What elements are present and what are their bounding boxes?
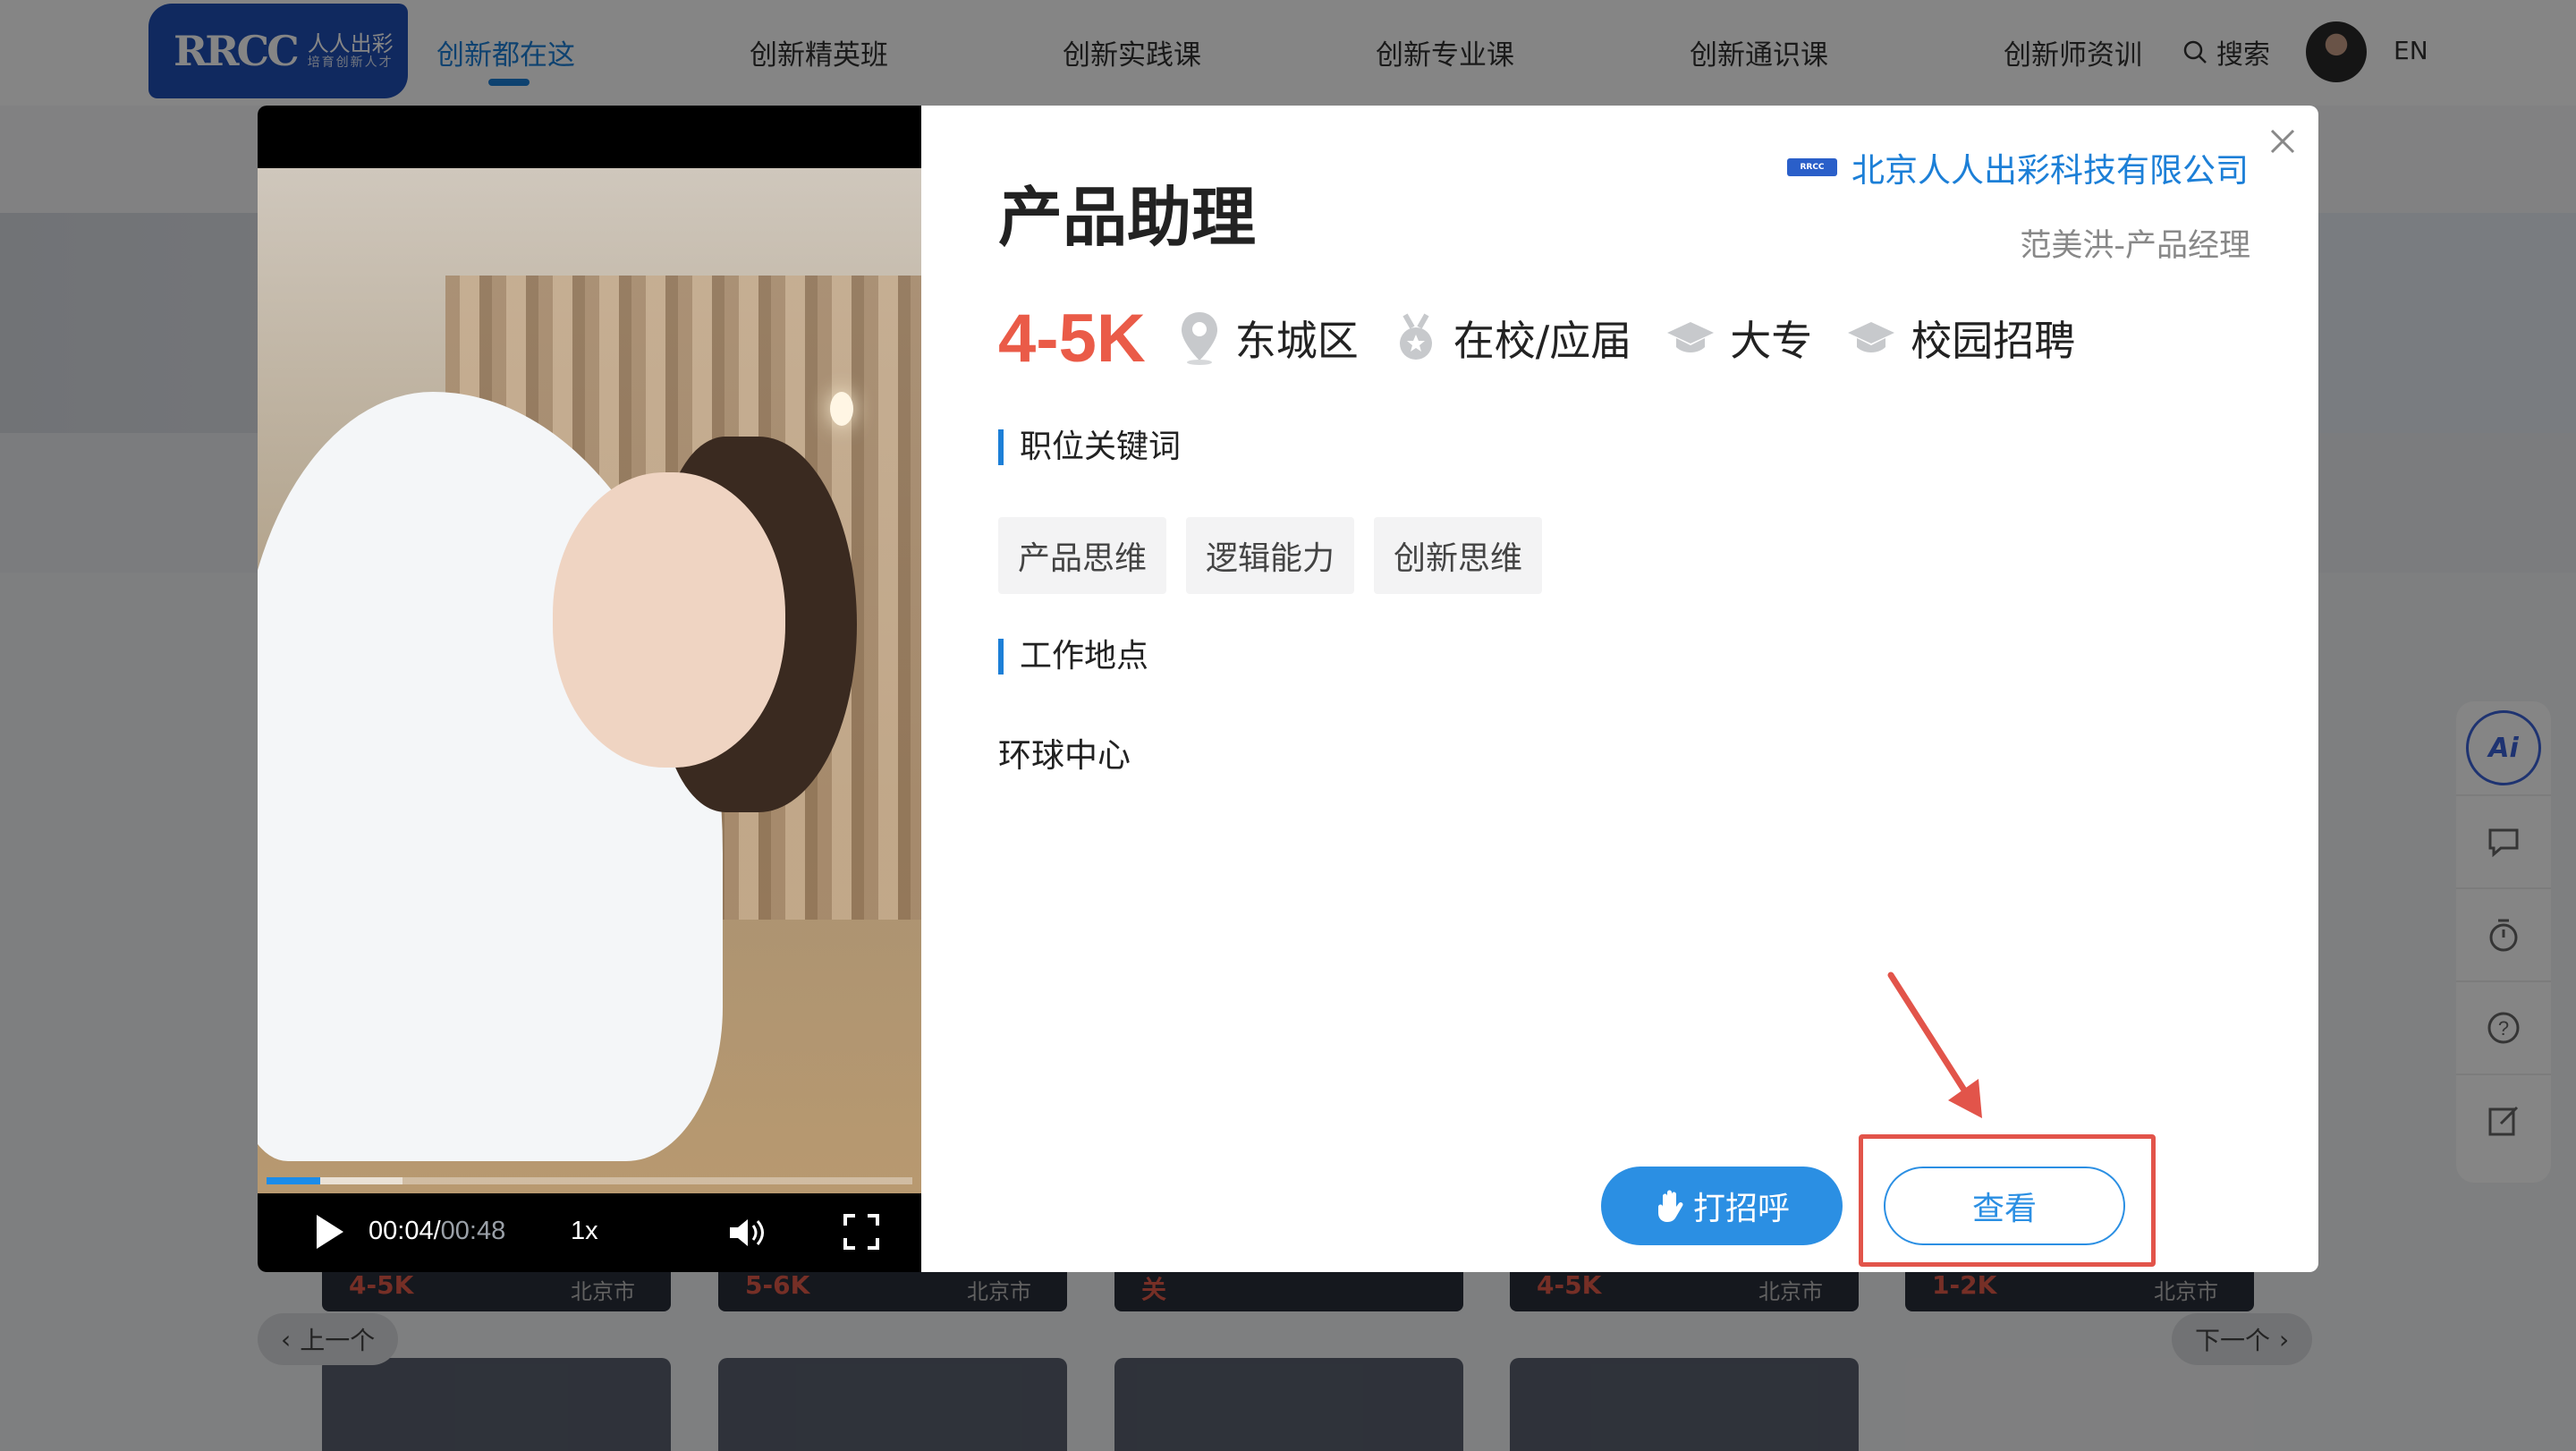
work-location: 环球中心	[998, 736, 1131, 775]
graduation-cap-icon	[1667, 322, 1715, 352]
education: 大专	[1665, 309, 1812, 368]
job-meta: 4-5K 东城区 在校/应届 大专 校园招聘	[998, 293, 2109, 383]
recruit-type: 校园招聘	[1846, 309, 2075, 368]
video-player[interactable]: 00:04/00:48 1x	[258, 106, 921, 1272]
medal-icon	[1399, 313, 1432, 360]
video-frame[interactable]	[258, 168, 921, 1193]
district: 东城区	[1178, 309, 1359, 368]
hand-wave-icon	[1657, 1190, 1683, 1222]
location-pin-icon	[1181, 312, 1217, 365]
keyword-tag: 逻辑能力	[1186, 517, 1355, 594]
current-time: 00:04	[369, 1217, 434, 1245]
video-time: 00:04/00:48	[369, 1217, 506, 1245]
company-name: 北京人人出彩科技有限公司	[1852, 151, 2249, 190]
recruiter-info: 范美洪-产品经理	[2020, 228, 2250, 264]
greet-button[interactable]: 打招呼	[1601, 1167, 1843, 1245]
view-label: 查看	[1971, 1191, 2037, 1227]
volume-icon[interactable]	[726, 1215, 769, 1251]
close-icon[interactable]	[2267, 125, 2299, 157]
candidate-status: 在校/应届	[1393, 309, 1632, 368]
playback-speed[interactable]: 1x	[571, 1217, 598, 1246]
status-text: 在校/应届	[1453, 317, 1632, 365]
keyword-tag: 创新思维	[1374, 517, 1543, 594]
keywords-heading: 职位关键词	[998, 429, 1181, 465]
recruit-type-text: 校园招聘	[1911, 317, 2076, 365]
job-detail-modal: 00:04/00:48 1x RRCC 北京人人出彩科技有限公司 范美洪-产品经…	[258, 106, 2318, 1272]
fullscreen-icon[interactable]	[843, 1213, 880, 1251]
job-info-panel: RRCC 北京人人出彩科技有限公司 范美洪-产品经理 产品助理 4-5K 东城区	[921, 106, 2318, 1272]
keyword-tags: 产品思维 逻辑能力 创新思维	[998, 517, 1543, 594]
location-heading: 工作地点	[998, 639, 1148, 675]
duration: 00:48	[440, 1217, 506, 1245]
keyword-tag: 产品思维	[998, 517, 1167, 594]
annotation-arrow	[1887, 972, 1982, 1118]
company-logo: RRCC	[1787, 158, 1837, 176]
graduation-cap-icon	[1848, 322, 1895, 352]
job-title: 产品助理	[998, 180, 1257, 255]
played-bar	[267, 1177, 320, 1184]
company-link[interactable]: RRCC 北京人人出彩科技有限公司	[1787, 143, 2249, 191]
play-icon[interactable]	[317, 1215, 343, 1249]
video-controls: 00:04/00:48 1x	[258, 1193, 921, 1272]
greet-label: 打招呼	[1692, 1191, 1790, 1227]
district-text: 东城区	[1234, 317, 1359, 365]
education-text: 大专	[1730, 317, 1813, 365]
view-button[interactable]: 查看	[1884, 1167, 2125, 1245]
video-progress-bar[interactable]	[267, 1177, 912, 1184]
salary: 4-5K	[998, 300, 1146, 377]
